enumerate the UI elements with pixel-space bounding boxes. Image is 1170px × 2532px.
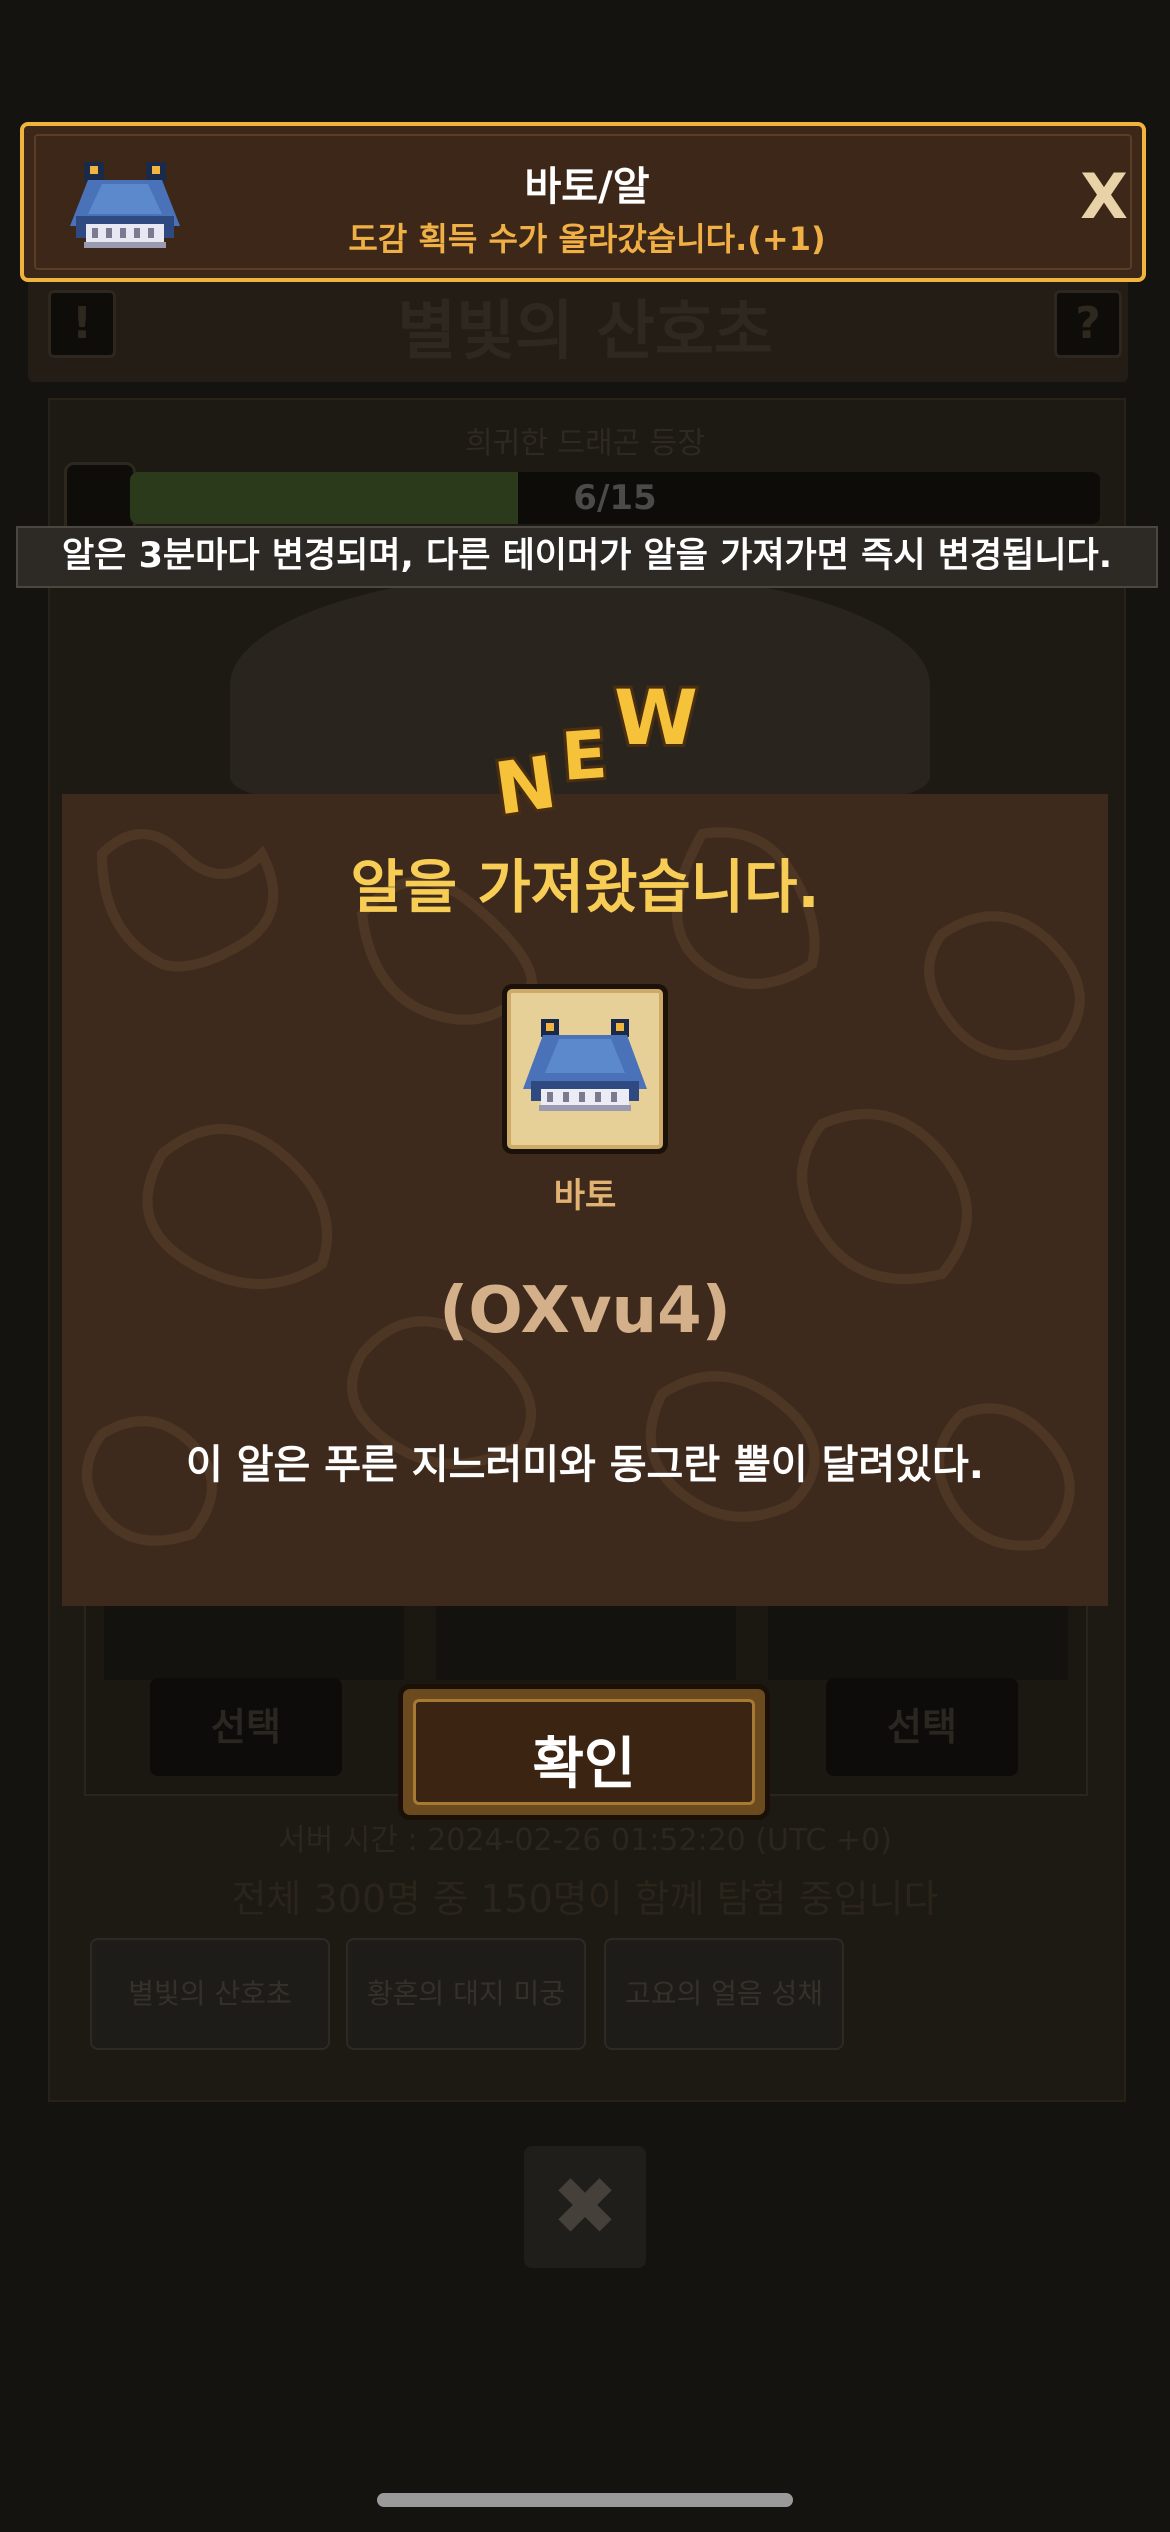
dragon-egg-icon bbox=[64, 462, 136, 534]
background-title: 별빛의 산호초 bbox=[397, 295, 773, 369]
select-button-right[interactable]: 선택 bbox=[826, 1678, 1018, 1776]
server-time: 서버 시간 : 2024-02-26 01:52:20 (UTC +0) bbox=[278, 1823, 892, 1858]
player-count: 전체 300명 중 150명이 함께 탐험 중입니다 bbox=[231, 1877, 939, 1921]
home-indicator[interactable] bbox=[377, 2493, 793, 2507]
egg-item-slot bbox=[502, 984, 668, 1154]
egg-description: 이 알은 푸른 지느러미와 동그란 뿔이 달려있다. bbox=[186, 1442, 984, 1488]
egg-code: (OXvu4) bbox=[439, 1274, 731, 1348]
new-letter-n: N bbox=[490, 740, 561, 830]
new-badge: N E W bbox=[490, 660, 710, 830]
select-button-left[interactable]: 선택 bbox=[150, 1678, 342, 1776]
info-icon: ! bbox=[48, 290, 116, 358]
tab-ice-fortress[interactable]: 고요의 얼음 성채 bbox=[604, 1938, 844, 2050]
toast-subtitle: 도감 획득 수가 올라갔습니다.(+1) bbox=[348, 220, 826, 258]
info-icon-glyph: ! bbox=[71, 298, 93, 349]
toast-close-button[interactable]: X bbox=[1074, 162, 1134, 232]
new-letter-e: E bbox=[559, 716, 609, 796]
toast-title: 바토/알 bbox=[524, 164, 650, 210]
background-subtitle: 희귀한 드래곤 등장 bbox=[465, 426, 705, 461]
progress-text: 6/15 bbox=[573, 478, 657, 518]
new-letter-w: W bbox=[614, 673, 698, 762]
tab-twilight-labyrinth[interactable]: 황혼의 대지 미궁 bbox=[346, 1938, 586, 2050]
help-icon-glyph: ? bbox=[1075, 298, 1101, 349]
new-badge-art: N E W bbox=[490, 670, 701, 830]
help-icon: ? bbox=[1054, 290, 1122, 358]
background-close-icon[interactable]: ✖ bbox=[524, 2146, 646, 2268]
dialog-title: 알을 가져왔습니다. bbox=[350, 853, 820, 921]
egg-change-notice: 알은 3분마다 변경되며, 다른 테이머가 알을 가져가면 즉시 변경됩니다. bbox=[16, 526, 1158, 588]
egg-item-name: 바토 bbox=[553, 1176, 617, 1216]
collection-toast: 바토/알 도감 획득 수가 올라갔습니다.(+1) X bbox=[20, 122, 1146, 282]
background-progress-bar: 6/15 bbox=[130, 472, 1100, 524]
bato-egg-icon bbox=[523, 1019, 647, 1111]
tab-starlight-reef[interactable]: 별빛의 산호초 bbox=[90, 1938, 330, 2050]
confirm-button[interactable]: 확인 bbox=[398, 1684, 770, 1820]
confirm-button-label: 확인 bbox=[532, 1732, 636, 1797]
